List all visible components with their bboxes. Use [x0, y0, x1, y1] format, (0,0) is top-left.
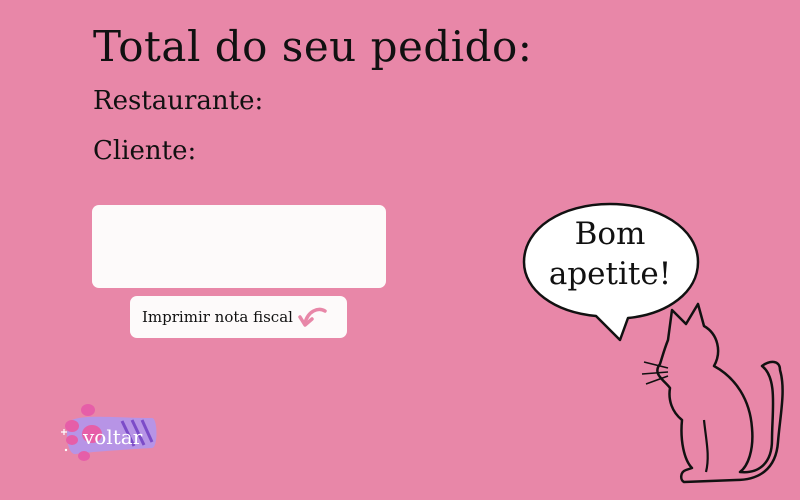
back-button[interactable]: voltar	[58, 404, 162, 464]
cat-outline-icon	[641, 302, 784, 484]
speech-text-line2: apetite!	[548, 256, 672, 292]
page-title: Total do seu pedido:	[93, 22, 533, 71]
client-label: Cliente:	[93, 136, 197, 166]
back-label: voltar	[83, 425, 143, 449]
order-details-box	[92, 205, 386, 288]
speech-text-line1: Bom	[574, 216, 646, 252]
print-receipt-label: Imprimir nota fiscal	[142, 308, 293, 326]
print-receipt-button[interactable]: Imprimir nota fiscal	[130, 296, 347, 338]
restaurant-label: Restaurante:	[93, 86, 264, 116]
speech-text: Bom apetite!	[530, 214, 690, 294]
curved-arrow-icon	[298, 307, 327, 327]
